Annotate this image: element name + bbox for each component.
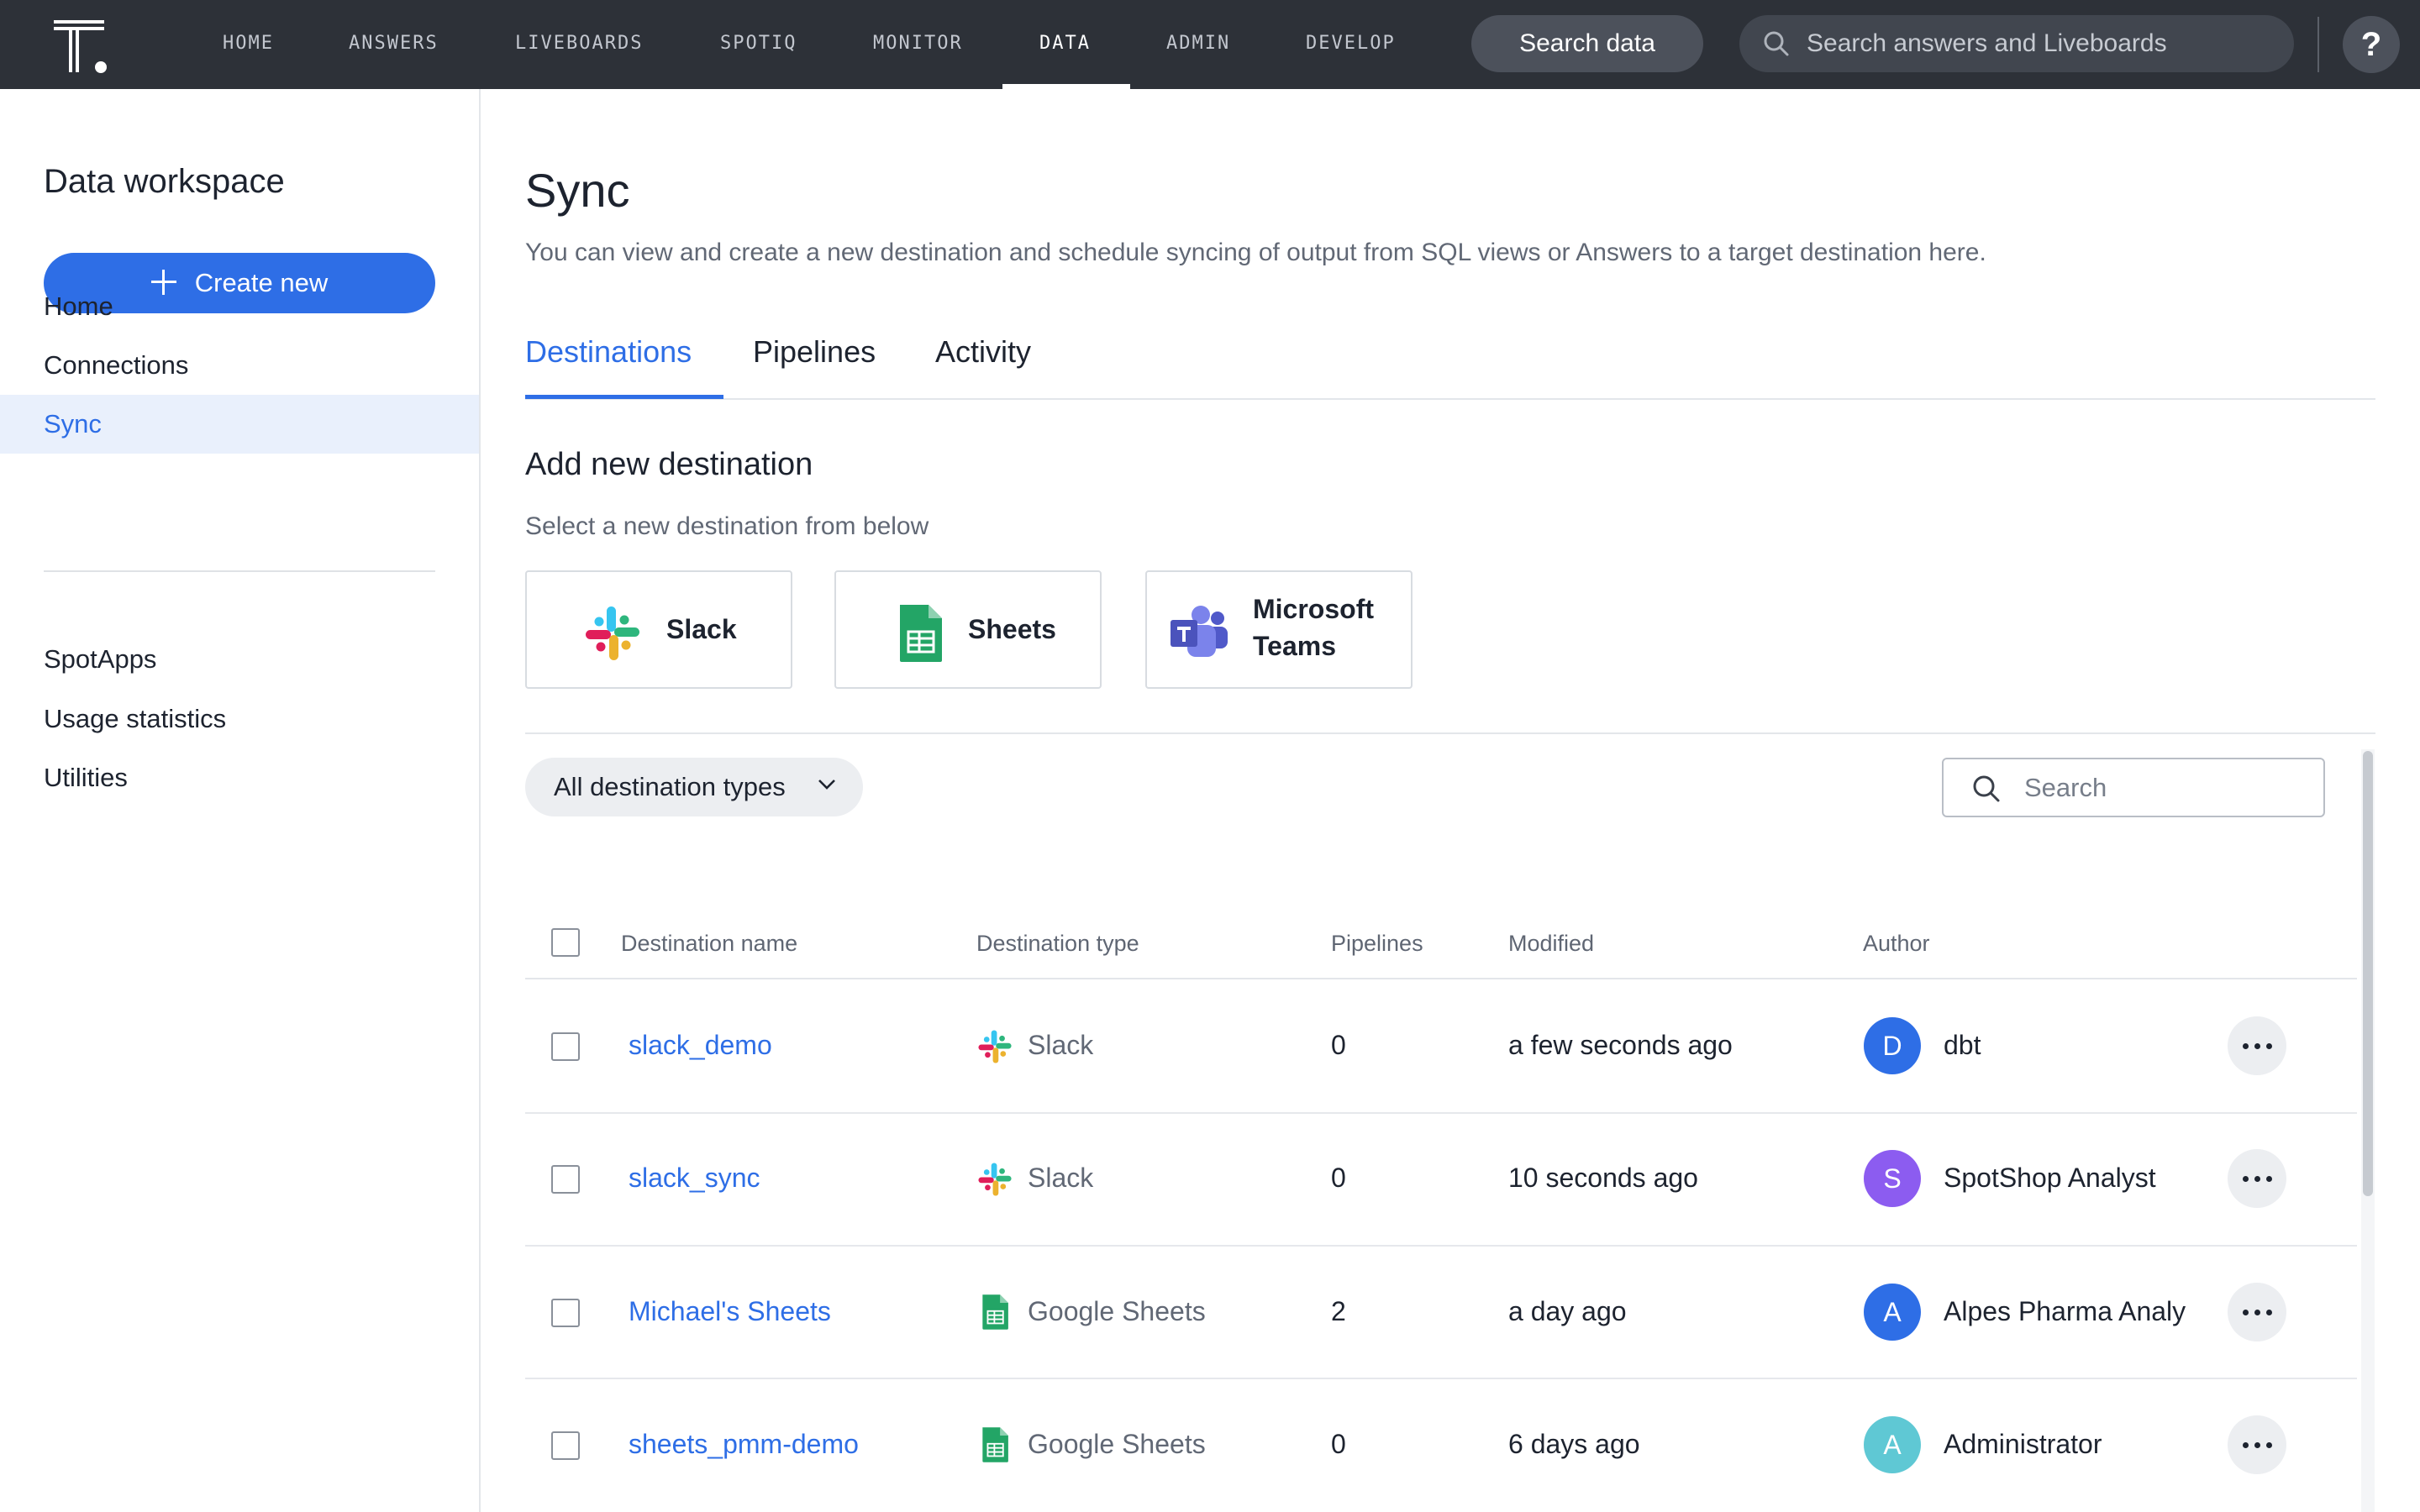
modified-time: a few seconds ago (1508, 1030, 1733, 1060)
nav-admin[interactable]: ADMIN (1166, 0, 1230, 89)
sidebar: Data workspace Create new Home Connectio… (0, 89, 481, 1512)
pipelines-count: 0 (1331, 1163, 1346, 1193)
search-data-button[interactable]: Search data (1471, 15, 1703, 72)
slack-icon (978, 1163, 1012, 1196)
slack-icon (586, 606, 639, 660)
nav-divider (2317, 17, 2319, 72)
add-destination-subtitle: Select a new destination from below (525, 512, 929, 540)
destination-card-sheets[interactable]: Sheets (834, 570, 1102, 689)
nav-spotiq[interactable]: SPOTIQ (720, 0, 797, 89)
column-header-pipelines[interactable]: Pipelines (1331, 931, 1423, 957)
avatar: A (1864, 1284, 1921, 1341)
google-sheets-icon (982, 1294, 1008, 1330)
active-nav-indicator (1002, 84, 1130, 89)
nav-home[interactable]: HOME (223, 0, 274, 89)
author-name: Alpes Pharma Analy (1944, 1296, 2186, 1326)
page-title: Sync (525, 164, 630, 217)
global-search-box[interactable] (1739, 15, 2294, 72)
modified-time: 6 days ago (1508, 1429, 1640, 1459)
destination-name-link[interactable]: Michael's Sheets (629, 1296, 831, 1327)
avatar: S (1864, 1150, 1921, 1207)
nav-develop[interactable]: DEVELOP (1306, 0, 1396, 89)
more-options-button[interactable] (2228, 1415, 2286, 1474)
destination-type: Google Sheets (1028, 1429, 1206, 1459)
table-search-input[interactable] (2024, 759, 2310, 816)
chevron-down-icon (818, 780, 835, 790)
author-name: dbt (1944, 1030, 1981, 1060)
modified-time: 10 seconds ago (1508, 1163, 1698, 1193)
author-name: SpotShop Analyst (1944, 1163, 2156, 1193)
search-icon (1764, 31, 1789, 56)
sidebar-item-home[interactable]: Home (0, 277, 479, 336)
sidebar-item-spotapps[interactable]: SpotApps (0, 630, 479, 689)
column-header-modified[interactable]: Modified (1508, 931, 1594, 957)
avatar: A (1864, 1416, 1921, 1473)
slack-icon (978, 1030, 1012, 1063)
table-search-box[interactable] (1942, 758, 2325, 817)
tabs-divider (525, 398, 2375, 400)
row-checkbox[interactable] (551, 1299, 580, 1327)
row-checkbox[interactable] (551, 1032, 580, 1061)
destination-card-label: Teams (1253, 631, 1337, 661)
nav-liveboards[interactable]: LIVEBOARDS (515, 0, 643, 89)
nav-answers[interactable]: ANSWERS (349, 0, 439, 89)
row-checkbox[interactable] (551, 1431, 580, 1460)
more-options-button[interactable] (2228, 1283, 2286, 1341)
search-icon (1973, 775, 2000, 802)
author-name: Administrator (1944, 1429, 2102, 1459)
destination-type-filter[interactable]: All destination types (525, 758, 863, 816)
nav-monitor[interactable]: MONITOR (873, 0, 963, 89)
destination-card-label: Sheets (968, 614, 1056, 644)
tab-activity[interactable]: Activity (935, 334, 1031, 370)
scrollbar-thumb[interactable] (2363, 751, 2373, 1196)
avatar: D (1864, 1017, 1921, 1074)
destination-card-label: Slack (666, 614, 737, 644)
section-divider (525, 732, 2375, 734)
google-sheets-icon (982, 1427, 1008, 1462)
destination-type: Slack (1028, 1030, 1094, 1060)
microsoft-teams-icon (1171, 606, 1228, 657)
filter-label: All destination types (554, 772, 786, 801)
select-all-checkbox[interactable] (551, 928, 580, 957)
column-header-author[interactable]: Author (1863, 931, 1930, 957)
sidebar-item-utilities[interactable]: Utilities (0, 748, 479, 807)
nav-data[interactable]: DATA (1039, 0, 1091, 89)
pipelines-count: 2 (1331, 1296, 1346, 1326)
destination-card-microsoft-teams[interactable]: Microsoft Teams (1145, 570, 1413, 689)
column-header-destination-name[interactable]: Destination name (621, 931, 797, 957)
modified-time: a day ago (1508, 1296, 1627, 1326)
row-divider (525, 1112, 2357, 1114)
global-search-input[interactable] (1807, 15, 2277, 72)
more-options-button[interactable] (2228, 1149, 2286, 1208)
page-description: You can view and create a new destinatio… (525, 239, 1986, 266)
destination-type: Google Sheets (1028, 1296, 1206, 1326)
google-sheets-icon (900, 605, 942, 662)
add-destination-title: Add new destination (525, 447, 813, 482)
help-button[interactable]: ? (2343, 16, 2400, 73)
row-checkbox[interactable] (551, 1165, 580, 1194)
column-header-destination-type[interactable]: Destination type (976, 931, 1139, 957)
more-options-button[interactable] (2228, 1016, 2286, 1075)
thoughtspot-logo[interactable] (52, 18, 109, 74)
destination-card-slack[interactable]: Slack (525, 570, 792, 689)
sidebar-title: Data workspace (44, 163, 285, 200)
sidebar-item-usage-statistics[interactable]: Usage statistics (0, 690, 479, 748)
row-divider (525, 1245, 2357, 1247)
sidebar-item-connections[interactable]: Connections (0, 336, 479, 395)
destination-name-link[interactable]: slack_demo (629, 1030, 772, 1061)
active-tab-indicator (525, 395, 723, 399)
tab-destinations[interactable]: Destinations (525, 334, 692, 370)
row-divider (525, 1378, 2357, 1379)
destination-name-link[interactable]: sheets_pmm-demo (629, 1429, 859, 1460)
sidebar-divider (44, 570, 435, 572)
destination-card-label: Microsoft (1253, 594, 1374, 624)
pipelines-count: 0 (1331, 1030, 1346, 1060)
destination-type: Slack (1028, 1163, 1094, 1193)
tab-pipelines[interactable]: Pipelines (753, 334, 876, 370)
table-header-divider (525, 978, 2357, 979)
pipelines-count: 0 (1331, 1429, 1346, 1459)
top-navigation-bar: HOME ANSWERS LIVEBOARDS SPOTIQ MONITOR D… (0, 0, 2420, 89)
destination-name-link[interactable]: slack_sync (629, 1163, 760, 1194)
sidebar-item-sync[interactable]: Sync (0, 395, 479, 454)
